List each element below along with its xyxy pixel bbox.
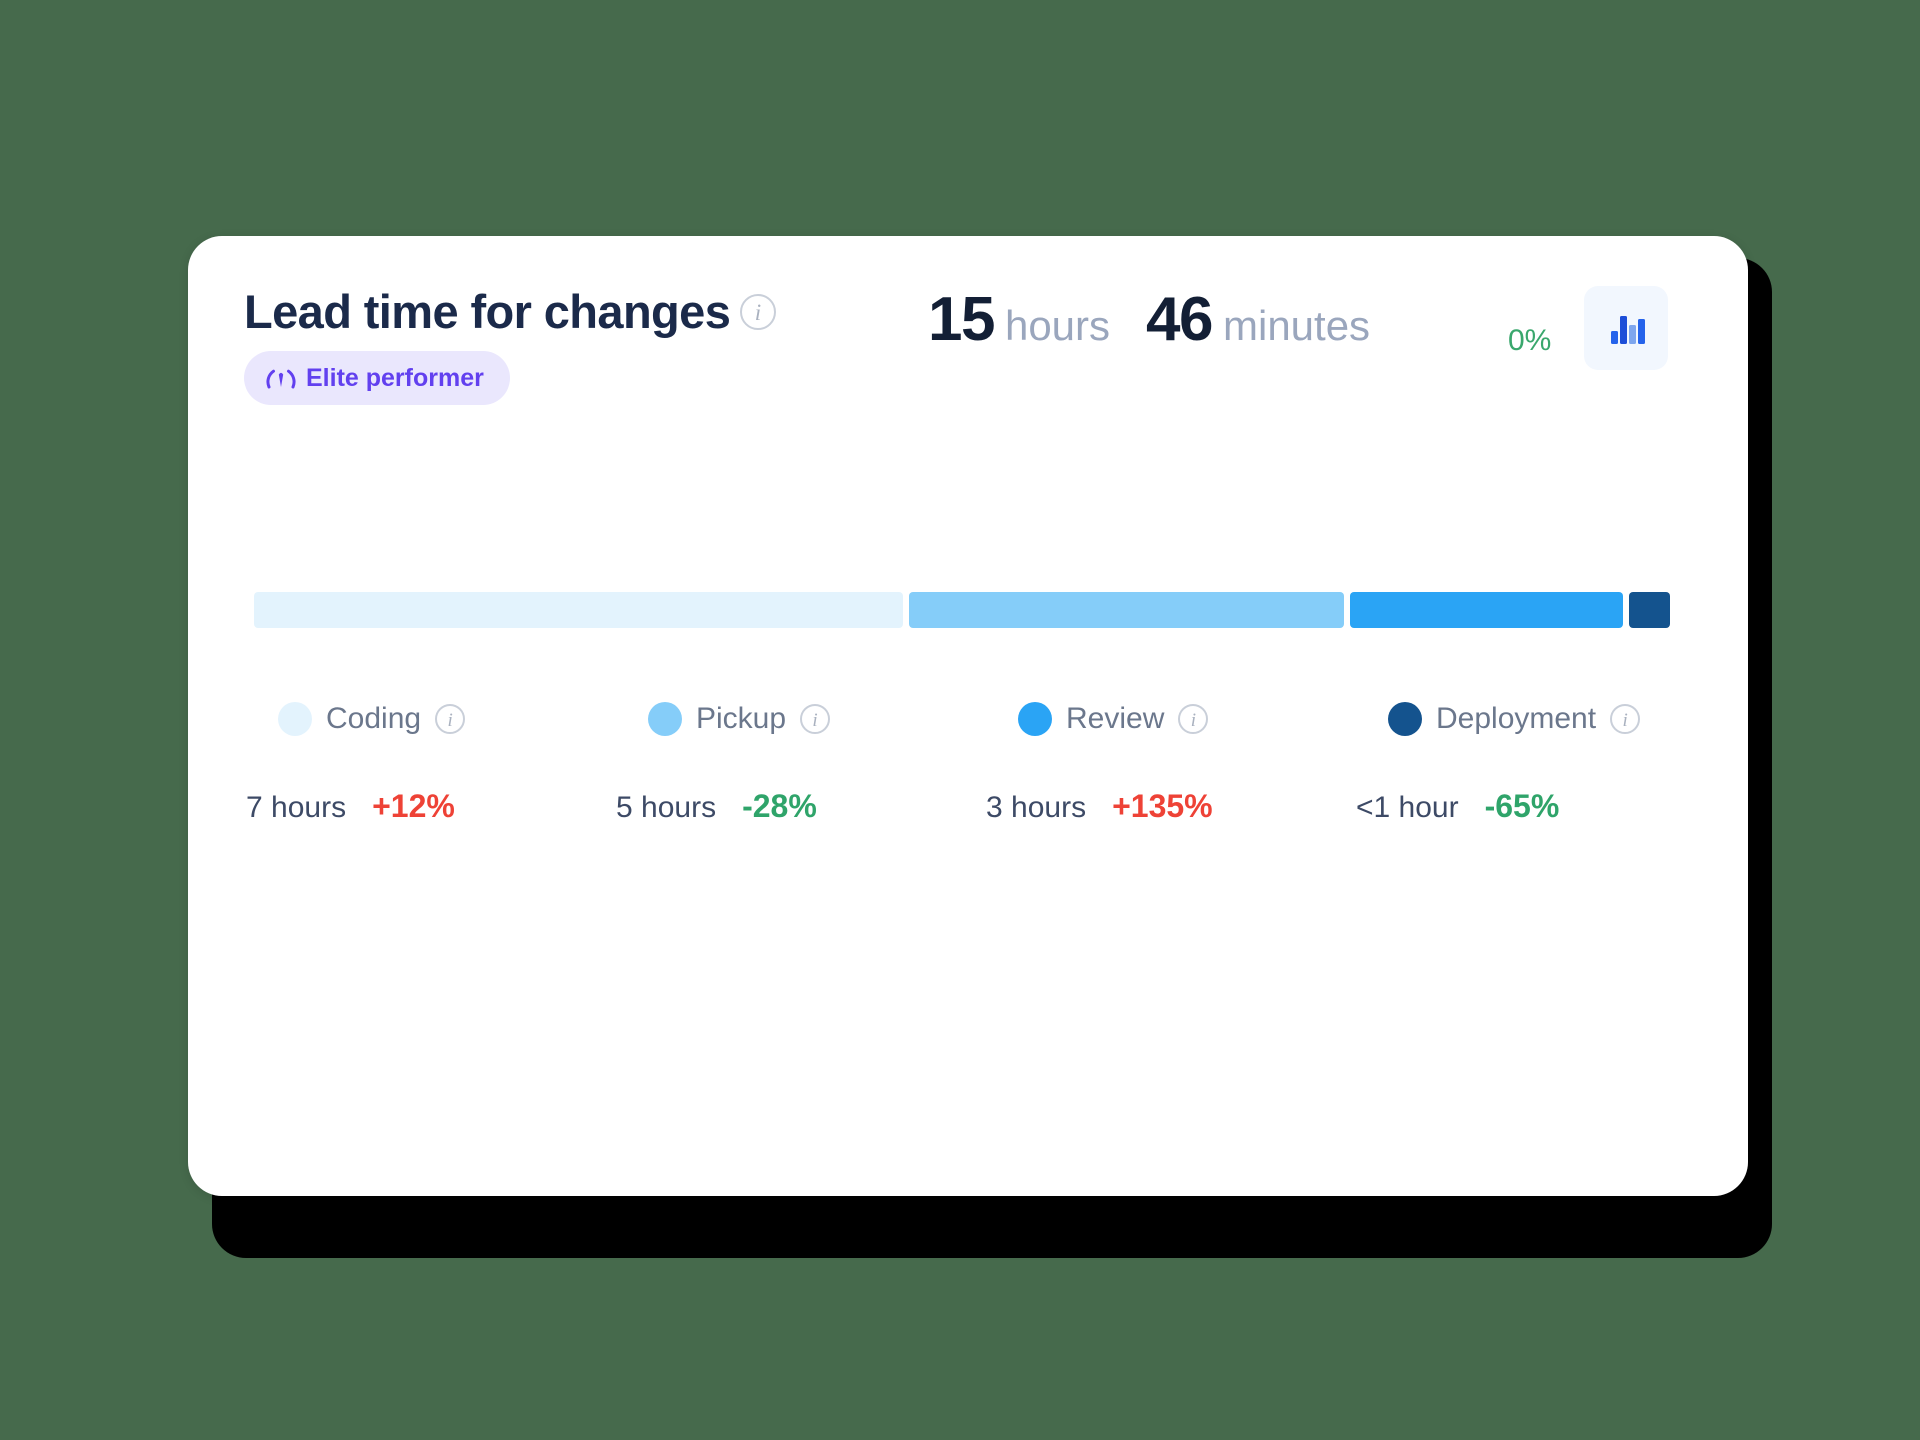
legend-color-dot [278, 702, 312, 736]
value-change-percent: -65% [1484, 788, 1560, 824]
legend-item-label: Deployment [1436, 702, 1597, 735]
legend-color-dot [648, 702, 682, 736]
metric-minutes-unit: minutes [1223, 302, 1371, 349]
chart-values-row: 7 hours +12% 5 hours -28% 3 hours +135% <1 hou… [234, 788, 1714, 825]
legend-item-label: Pickup [696, 702, 787, 735]
legend-item-label: Review [1066, 702, 1165, 735]
gauge-icon [266, 365, 296, 391]
value-duration: 5 hours [616, 791, 717, 824]
value-item-coding: 7 hours +12% [234, 788, 604, 825]
legend-item-pickup[interactable]: Pickup i [604, 702, 974, 736]
metric-delta-percent: 0% [1508, 324, 1552, 357]
info-icon[interactable]: i [1178, 704, 1209, 734]
value-duration: 3 hours [986, 791, 1087, 824]
bar-segment-deployment[interactable] [1628, 592, 1670, 628]
metric-minutes-number: 46 [1146, 285, 1213, 354]
legend-item-review[interactable]: Review i [974, 702, 1344, 736]
metric-hours-number: 15 [928, 285, 995, 354]
value-item-deployment: <1 hour -65% [1344, 788, 1714, 825]
legend-item-coding[interactable]: Coding i [234, 702, 604, 736]
chart-view-toggle-button[interactable] [1584, 286, 1668, 370]
status-badge-label: Elite performer [306, 363, 484, 392]
value-item-review: 3 hours +135% [974, 788, 1344, 825]
legend-color-dot [1388, 702, 1422, 736]
metric-value: 15 hours 46 minutes [928, 284, 1370, 355]
info-icon[interactable]: i [740, 294, 776, 330]
value-change-percent: +135% [1112, 788, 1213, 824]
stacked-progress-bar [254, 592, 1670, 628]
bar-segment-pickup[interactable] [908, 592, 1344, 628]
metric-hours-unit: hours [1004, 302, 1111, 349]
bar-chart-icon [1604, 305, 1648, 352]
lead-time-metric-card: Lead time for changes i Elite performer … [188, 236, 1748, 1196]
chart-legend: Coding i Pickup i Review i Deployment i [234, 702, 1714, 736]
value-change-percent: -28% [742, 788, 817, 824]
legend-item-deployment[interactable]: Deployment i [1344, 702, 1714, 736]
value-change-percent: +12% [372, 788, 455, 824]
value-duration: 7 hours [246, 791, 347, 824]
page-title: Lead time for changes [244, 285, 731, 338]
info-icon[interactable]: i [1610, 704, 1641, 734]
value-item-pickup: 5 hours -28% [604, 788, 974, 825]
value-duration: <1 hour [1356, 791, 1459, 824]
status-badge[interactable]: Elite performer [244, 351, 510, 405]
info-icon[interactable]: i [435, 704, 466, 734]
info-icon[interactable]: i [800, 704, 831, 734]
bar-segment-review[interactable] [1349, 592, 1623, 628]
card-header: Lead time for changes i Elite performer … [188, 236, 1748, 426]
legend-item-label: Coding [326, 702, 422, 735]
legend-color-dot [1018, 702, 1052, 736]
bar-segment-coding[interactable] [254, 592, 903, 628]
